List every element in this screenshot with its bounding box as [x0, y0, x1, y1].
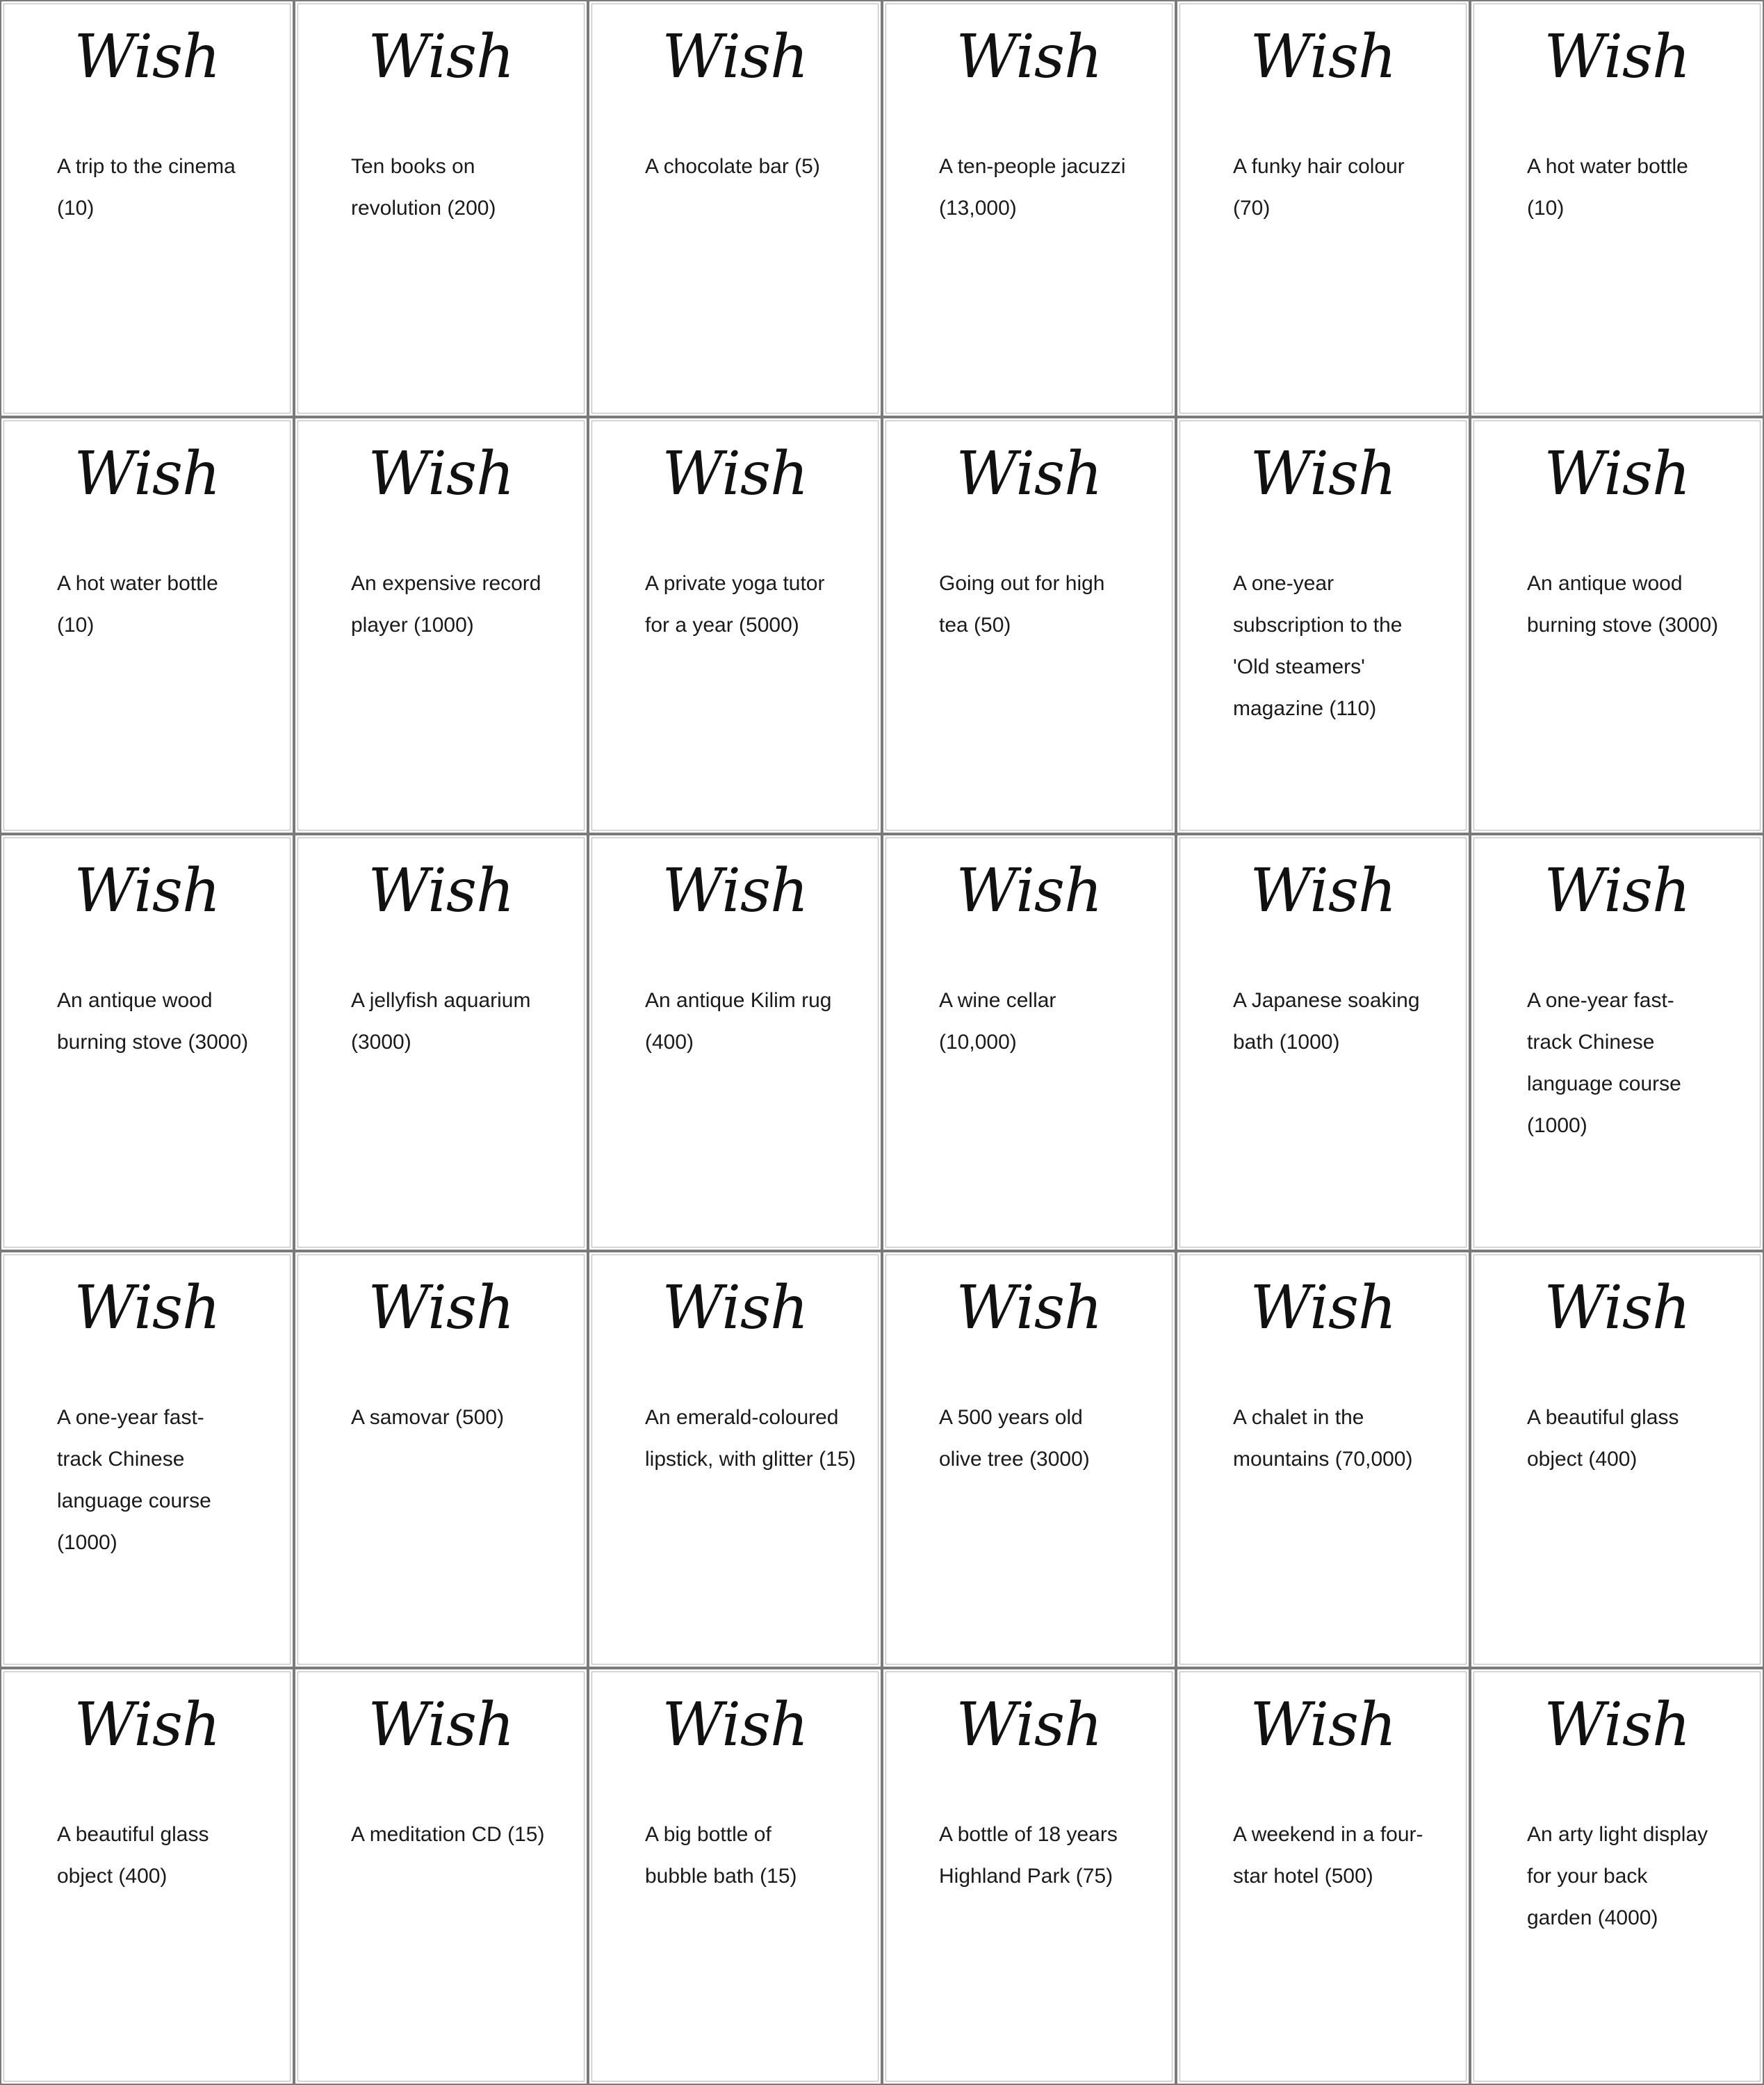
card-text: A weekend in a four-star hotel (500) [1233, 1823, 1423, 1888]
card-text: An antique Kilim rug (400) [645, 989, 832, 1054]
card-text: A private yoga tutor for a year (5000) [645, 572, 825, 637]
card-title: Wish [662, 1690, 809, 1760]
card-text: A 500 years old olive tree (3000) [939, 1406, 1090, 1471]
card-title: Wish [1544, 439, 1691, 509]
card-text: A one-year fast-track Chinese language c… [57, 1406, 211, 1554]
card-title: Wish [1250, 1273, 1397, 1343]
card-text: A jellyfish aquarium (3000) [351, 989, 531, 1054]
card-title: Wish [1544, 1690, 1691, 1760]
wish-card: Wish A private yoga tutor for a year (50… [588, 417, 882, 834]
card-title: Wish [956, 439, 1103, 509]
card-text: A hot water bottle (10) [57, 572, 218, 637]
card-title: Wish [368, 1273, 515, 1343]
wish-card: Wish A ten-people jacuzzi (13,000) [882, 0, 1176, 417]
card-text: A meditation CD (15) [351, 1823, 545, 1846]
wish-card: Wish A Japanese soaking bath (1000) [1176, 834, 1470, 1251]
card-title: Wish [956, 1273, 1103, 1343]
card-text: A big bottle of bubble bath (15) [645, 1823, 797, 1888]
card-text: A hot water bottle (10) [1527, 155, 1688, 220]
card-title: Wish [1250, 856, 1397, 926]
card-title: Wish [956, 856, 1103, 926]
card-title: Wish [1544, 856, 1691, 926]
card-title: Wish [74, 22, 221, 92]
card-title: Wish [368, 1690, 515, 1760]
wish-card: Wish A beautiful glass object (400) [0, 1668, 294, 2085]
wish-card: Wish A hot water bottle (10) [0, 417, 294, 834]
wish-card: Wish A bottle of 18 years Highland Park … [882, 1668, 1176, 2085]
card-title: Wish [74, 1690, 221, 1760]
card-title: Wish [74, 1273, 221, 1343]
card-text: An antique wood burning stove (3000) [1527, 572, 1719, 637]
card-text: A chocolate bar (5) [645, 155, 820, 178]
wish-card-sheet: Wish A trip to the cinema (10) Wish Ten … [0, 0, 1764, 2085]
wish-card: Wish A funky hair colour (70) [1176, 0, 1470, 417]
wish-card: Wish A hot water bottle (10) [1470, 0, 1764, 417]
card-title: Wish [74, 439, 221, 509]
card-title: Wish [662, 1273, 809, 1343]
wish-card: Wish An expensive record player (1000) [294, 417, 588, 834]
card-text: A Japanese soaking bath (1000) [1233, 989, 1420, 1054]
card-text: An arty light display for your back gard… [1527, 1823, 1708, 1929]
card-title: Wish [1250, 1690, 1397, 1760]
card-title: Wish [956, 1690, 1103, 1760]
wish-card: Wish A one-year fast-track Chinese langu… [1470, 834, 1764, 1251]
card-text: A trip to the cinema (10) [57, 155, 236, 220]
card-text: Going out for high tea (50) [939, 572, 1105, 637]
card-title: Wish [368, 439, 515, 509]
card-text: Ten books on revolution (200) [351, 155, 496, 220]
card-title: Wish [368, 856, 515, 926]
wish-card: Wish An arty light display for your back… [1470, 1668, 1764, 2085]
card-title: Wish [1250, 439, 1397, 509]
card-title: Wish [1544, 22, 1691, 92]
wish-card: Wish An antique wood burning stove (3000… [0, 834, 294, 1251]
wish-card: Wish An antique Kilim rug (400) [588, 834, 882, 1251]
wish-card: Wish A jellyfish aquarium (3000) [294, 834, 588, 1251]
card-title: Wish [662, 856, 809, 926]
card-text: A ten-people jacuzzi (13,000) [939, 155, 1126, 220]
card-title: Wish [1250, 22, 1397, 92]
wish-card: Wish An antique wood burning stove (3000… [1470, 417, 1764, 834]
wish-card: Wish A one-year subscription to the 'Old… [1176, 417, 1470, 834]
card-title: Wish [662, 22, 809, 92]
card-text: A wine cellar (10,000) [939, 989, 1056, 1054]
card-title: Wish [956, 22, 1103, 92]
wish-card: Wish A beautiful glass object (400) [1470, 1251, 1764, 1668]
wish-card: Wish A chocolate bar (5) [588, 0, 882, 417]
card-title: Wish [1544, 1273, 1691, 1343]
wish-card: Wish A trip to the cinema (10) [0, 0, 294, 417]
card-text: A chalet in the mountains (70,000) [1233, 1406, 1413, 1471]
card-text: A one-year subscription to the 'Old stea… [1233, 572, 1403, 720]
card-text: A bottle of 18 years Highland Park (75) [939, 1823, 1118, 1888]
card-text: An emerald-coloured lipstick, with glitt… [645, 1406, 856, 1471]
card-text: A funky hair colour (70) [1233, 155, 1405, 220]
wish-card: Wish A one-year fast-track Chinese langu… [0, 1251, 294, 1668]
card-title: Wish [662, 439, 809, 509]
wish-card: Wish Ten books on revolution (200) [294, 0, 588, 417]
wish-card: Wish A meditation CD (15) [294, 1668, 588, 2085]
wish-card: Wish A weekend in a four-star hotel (500… [1176, 1668, 1470, 2085]
card-text: A samovar (500) [351, 1406, 505, 1429]
wish-card: Wish A samovar (500) [294, 1251, 588, 1668]
card-text: A one-year fast-track Chinese language c… [1527, 989, 1681, 1137]
wish-card: Wish A chalet in the mountains (70,000) [1176, 1251, 1470, 1668]
card-text: An antique wood burning stove (3000) [57, 989, 249, 1054]
wish-card: Wish A wine cellar (10,000) [882, 834, 1176, 1251]
card-text: An expensive record player (1000) [351, 572, 541, 637]
card-text: A beautiful glass object (400) [1527, 1406, 1679, 1471]
card-title: Wish [368, 22, 515, 92]
card-text: A beautiful glass object (400) [57, 1823, 209, 1888]
wish-card: Wish An emerald-coloured lipstick, with … [588, 1251, 882, 1668]
wish-card: Wish A big bottle of bubble bath (15) [588, 1668, 882, 2085]
wish-card: Wish A 500 years old olive tree (3000) [882, 1251, 1176, 1668]
wish-card: Wish Going out for high tea (50) [882, 417, 1176, 834]
card-title: Wish [74, 856, 221, 926]
